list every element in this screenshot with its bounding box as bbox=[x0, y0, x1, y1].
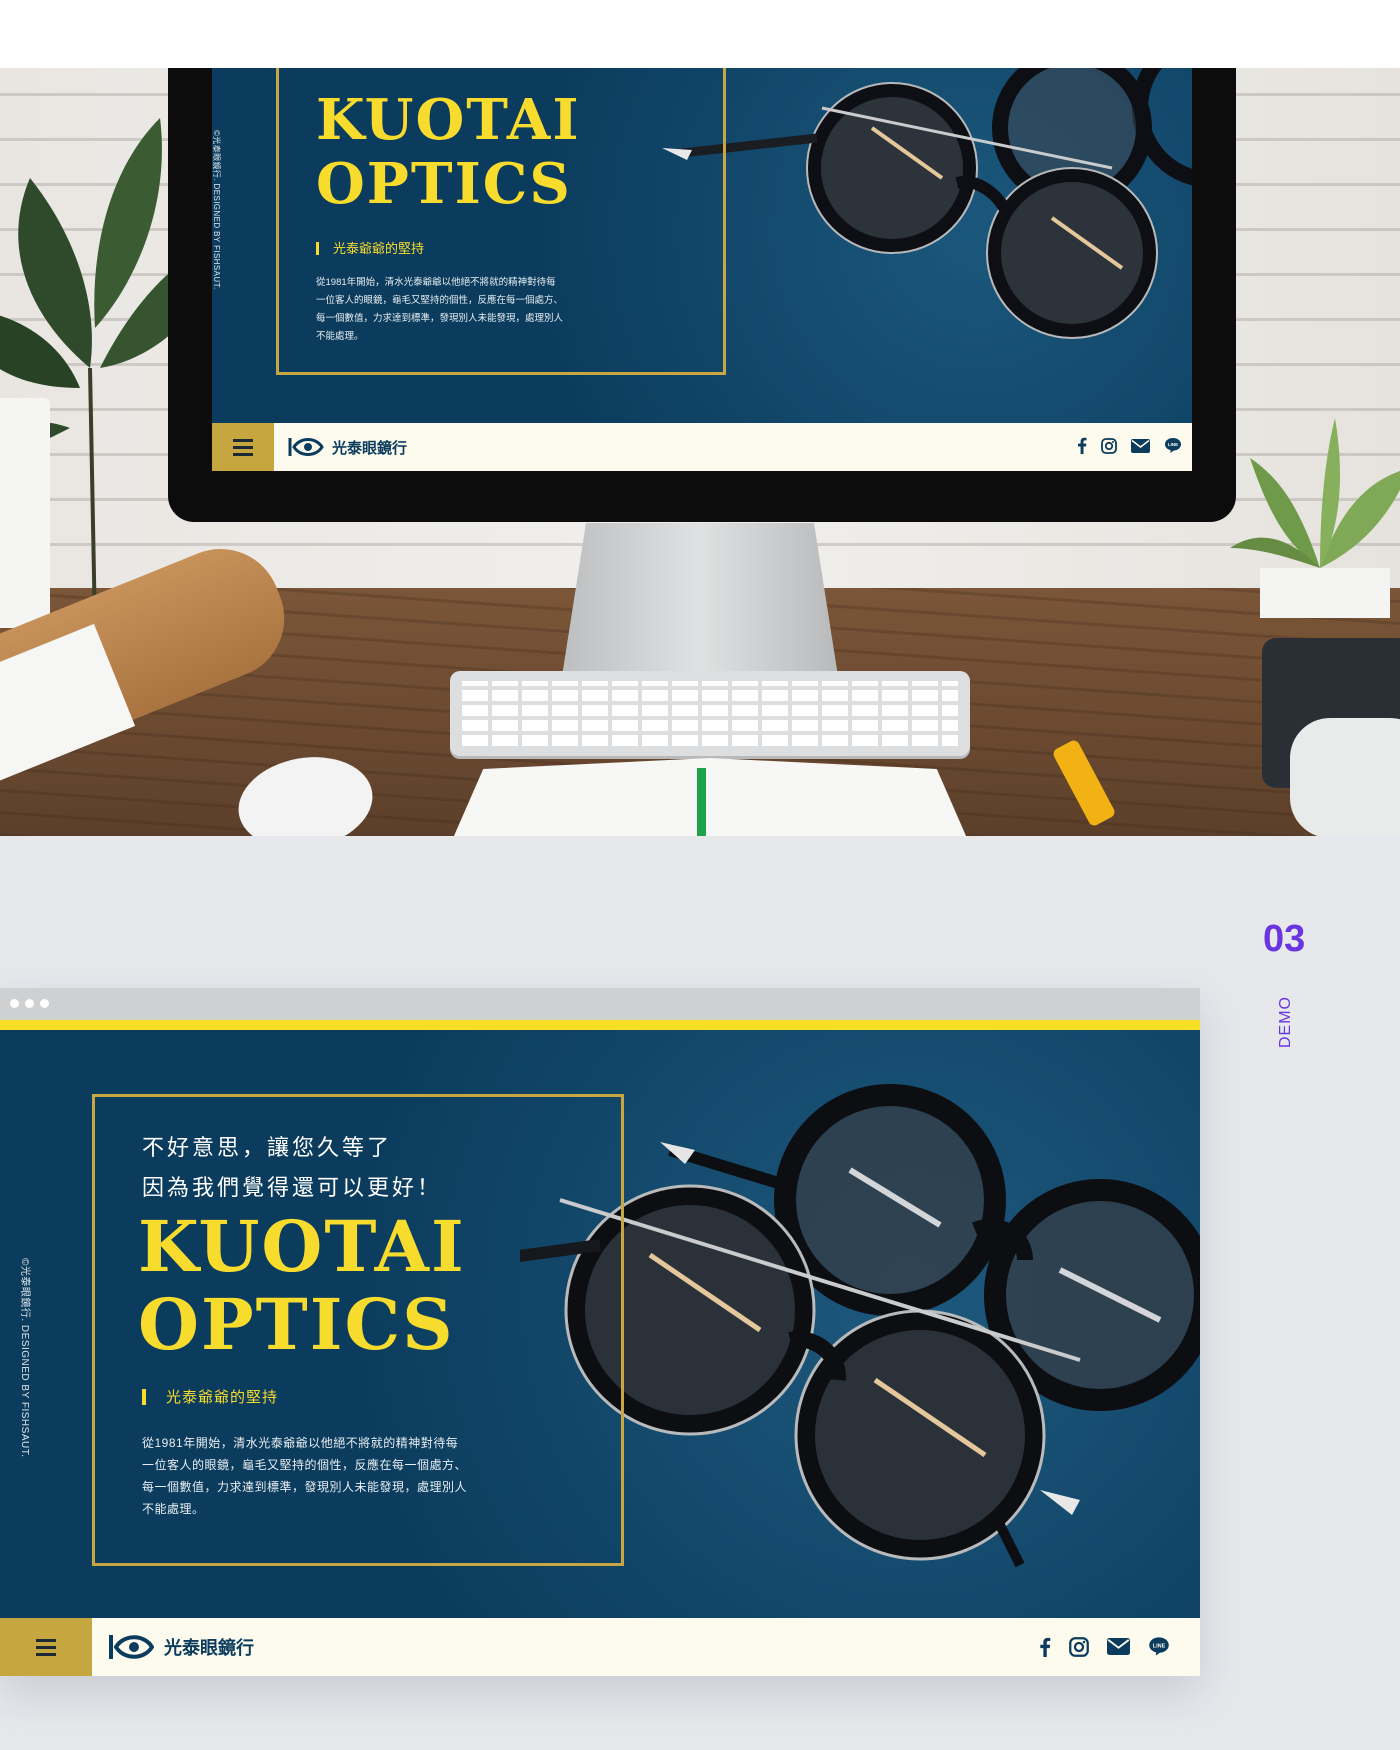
monitor-social-links: LINE bbox=[1077, 437, 1182, 454]
brand-name: 光泰眼鏡行 bbox=[164, 1638, 254, 1658]
copyright-text: ©光泰眼鏡行. DESIGNED BY FISHSAUT. bbox=[19, 1258, 30, 1458]
hero-subtitle: 光泰爺爺的堅持 bbox=[142, 1386, 278, 1407]
facebook-icon[interactable] bbox=[1039, 1637, 1051, 1657]
social-links: LINE bbox=[1039, 1636, 1170, 1657]
monitor-hero-description: 從1981年開始，清水光泰爺爺以他絕不將就的精神對待每 一位客人的眼鏡，龜毛又堅… bbox=[316, 277, 564, 342]
eye-logo-icon bbox=[288, 438, 324, 456]
monitor-brand-logo[interactable]: 光泰眼鏡行 bbox=[288, 436, 407, 458]
window-dot-icon[interactable] bbox=[10, 999, 19, 1008]
svg-text:LINE: LINE bbox=[1153, 1643, 1166, 1649]
monitor-screen: KUOTAI OPTICS 光泰爺爺的堅持 從1981年開始，清水光泰爺爺以他絕… bbox=[212, 68, 1192, 471]
monitor-menu-button[interactable] bbox=[212, 423, 274, 471]
hero-intro-text: 不好意思，讓您久等了 因為我們覺得還可以更好！ bbox=[142, 1135, 443, 1200]
hamburger-icon bbox=[233, 438, 253, 456]
mail-icon[interactable] bbox=[1131, 438, 1150, 453]
line-icon[interactable]: LINE bbox=[1164, 437, 1182, 454]
svg-text:LINE: LINE bbox=[1168, 442, 1178, 447]
window-dot-icon[interactable] bbox=[25, 999, 34, 1008]
instagram-icon[interactable] bbox=[1101, 437, 1117, 454]
plant-pot bbox=[0, 398, 50, 628]
desk-photo-mockup: KUOTAI OPTICS 光泰爺爺的堅持 從1981年開始，清水光泰爺爺以他絕… bbox=[0, 68, 1400, 836]
monitor-footer-bar: 光泰眼鏡行 LINE bbox=[212, 423, 1192, 471]
eye-logo-icon bbox=[109, 1635, 154, 1659]
window-dot-icon[interactable] bbox=[40, 999, 49, 1008]
accent-stripe bbox=[0, 1020, 1200, 1030]
section-number: 03 bbox=[1263, 918, 1306, 960]
tape-roll-image bbox=[1290, 718, 1400, 836]
succulent-image bbox=[1230, 418, 1400, 618]
facebook-icon[interactable] bbox=[1077, 437, 1087, 454]
page: KUOTAI OPTICS 光泰爺爺的堅持 從1981年開始，清水光泰爺爺以他絕… bbox=[0, 0, 1400, 1750]
browser-hero: 不好意思，讓您久等了 因為我們覺得還可以更好！ KUOTAI OPTICS 光泰… bbox=[0, 1030, 1200, 1618]
instagram-icon[interactable] bbox=[1069, 1636, 1089, 1657]
browser-mockup: 不好意思，讓您久等了 因為我們覺得還可以更好！ KUOTAI OPTICS 光泰… bbox=[0, 988, 1200, 1676]
monitor: KUOTAI OPTICS 光泰爺爺的堅持 從1981年開始，清水光泰爺爺以他絕… bbox=[168, 68, 1236, 522]
browser-chrome bbox=[0, 988, 1200, 1020]
keyboard-image bbox=[450, 671, 970, 756]
hero-title: KUOTAI OPTICS bbox=[138, 1205, 466, 1366]
monitor-hero-subtitle: 光泰爺爺的堅持 bbox=[316, 238, 424, 257]
brand-logo[interactable]: 光泰眼鏡行 bbox=[108, 1633, 254, 1661]
monitor-brand-name: 光泰眼鏡行 bbox=[332, 439, 408, 457]
menu-button[interactable] bbox=[0, 1618, 92, 1676]
notebook-bookmark bbox=[697, 768, 706, 836]
notebook-image bbox=[440, 758, 980, 836]
window-dots bbox=[10, 999, 49, 1008]
monitor-hero-title: KUOTAI OPTICS bbox=[316, 87, 581, 217]
section-label: DEMO bbox=[1277, 996, 1294, 1048]
line-icon[interactable]: LINE bbox=[1148, 1636, 1170, 1657]
mail-icon[interactable] bbox=[1107, 1638, 1130, 1655]
hamburger-icon bbox=[36, 1638, 56, 1656]
footer-bar: 光泰眼鏡行 LINE bbox=[0, 1618, 1200, 1676]
hero-description: 從1981年開始，清水光泰爺爺以他絕不將就的精神對待每 一位客人的眼鏡，龜毛又堅… bbox=[142, 1436, 468, 1516]
monitor-copyright: ©光泰眼鏡行. DESIGNED BY FISHSAUT. bbox=[212, 130, 221, 290]
